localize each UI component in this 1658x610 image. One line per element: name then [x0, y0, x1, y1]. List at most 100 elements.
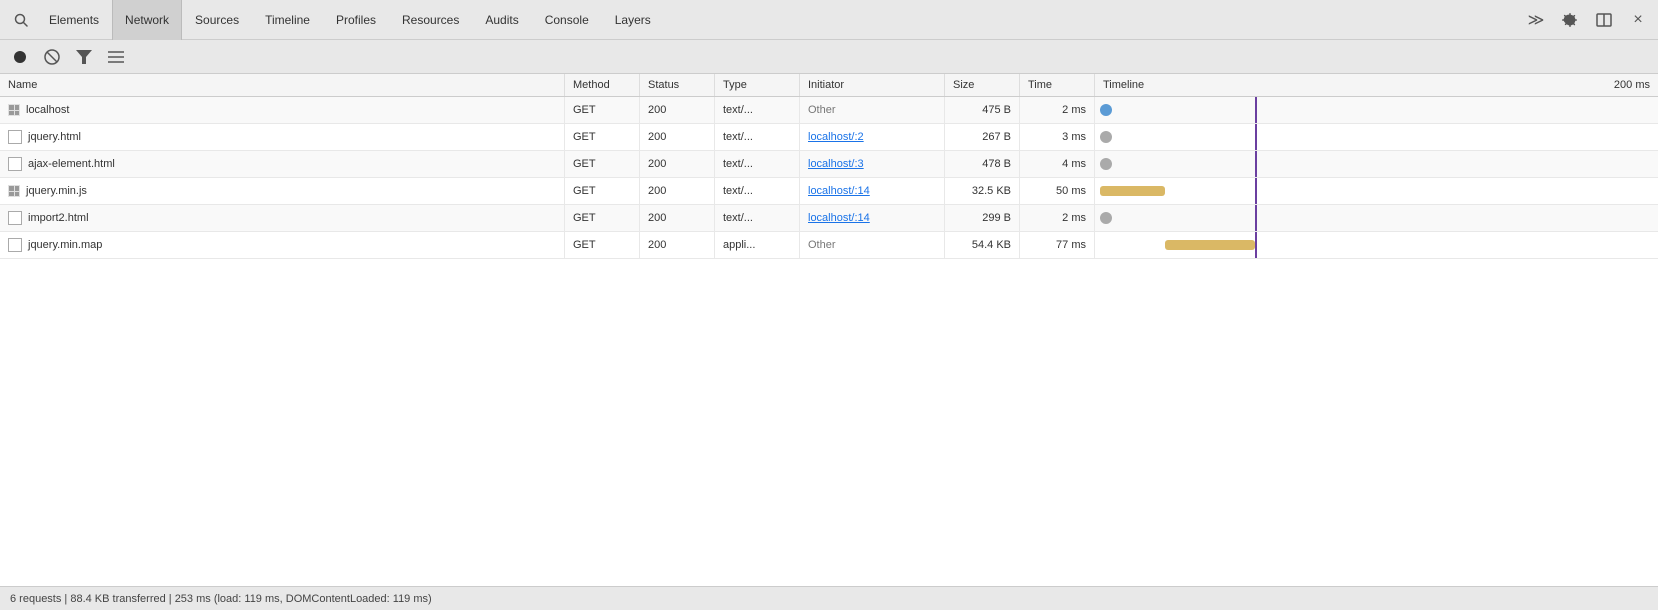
cell-timeline — [1095, 124, 1658, 150]
timeline-ms-marker: 200 ms — [1614, 79, 1650, 91]
cell-status: 200 — [640, 97, 715, 123]
file-name: jquery.min.map — [28, 239, 102, 251]
main-content: Name Method Status Type Initiator Size T… — [0, 74, 1658, 586]
col-status[interactable]: Status — [640, 74, 715, 96]
cell-initiator: Other — [800, 97, 945, 123]
nav-tab-elements[interactable]: Elements — [36, 0, 112, 40]
col-timeline[interactable]: Timeline 200 ms — [1095, 74, 1658, 96]
toolbar — [0, 40, 1658, 74]
col-time[interactable]: Time — [1020, 74, 1095, 96]
cell-size: 267 B — [945, 124, 1020, 150]
cell-initiator[interactable]: localhost/:14 — [800, 205, 945, 231]
cell-size: 478 B — [945, 151, 1020, 177]
table-row[interactable]: jquery.htmlGET200text/...localhost/:2267… — [0, 124, 1658, 151]
cell-status: 200 — [640, 232, 715, 258]
cell-method: GET — [565, 232, 640, 258]
col-method[interactable]: Method — [565, 74, 640, 96]
cell-status: 200 — [640, 205, 715, 231]
cell-method: GET — [565, 97, 640, 123]
cell-name: localhost — [0, 97, 565, 123]
nav-tab-network[interactable]: Network — [112, 0, 182, 40]
cell-size: 32.5 KB — [945, 178, 1020, 204]
table-row[interactable]: ajax-element.html GET200text/...localhost… — [0, 151, 1658, 178]
file-name: jquery.html — [28, 131, 81, 143]
nav-tab-sources[interactable]: Sources — [182, 0, 252, 40]
cell-timeline — [1095, 205, 1658, 231]
timeline-marker-line — [1255, 97, 1257, 123]
cell-time: 50 ms — [1020, 178, 1095, 204]
cell-timeline — [1095, 97, 1658, 123]
settings-icon[interactable] — [1556, 6, 1584, 34]
cell-type: text/... — [715, 151, 800, 177]
cell-name: import2.html — [0, 205, 565, 231]
file-name: import2.html — [28, 212, 89, 224]
file-icon-grid — [8, 104, 20, 116]
timeline-marker-line — [1255, 124, 1257, 150]
cell-timeline — [1095, 178, 1658, 204]
file-name: localhost — [26, 104, 69, 116]
cell-time: 77 ms — [1020, 232, 1095, 258]
cell-name: ajax-element.html — [0, 151, 565, 177]
timeline-marker-line — [1255, 232, 1257, 258]
dock-icon[interactable] — [1590, 6, 1618, 34]
timeline-circle — [1100, 158, 1112, 170]
file-icon-plain — [8, 130, 22, 144]
nav-tab-timeline[interactable]: Timeline — [252, 0, 323, 40]
col-size[interactable]: Size — [945, 74, 1020, 96]
table-row[interactable]: import2.htmlGET200text/...localhost/:142… — [0, 205, 1658, 232]
cell-time: 2 ms — [1020, 205, 1095, 231]
cell-initiator: Other — [800, 232, 945, 258]
timeline-header-label: Timeline — [1103, 79, 1144, 91]
table-row[interactable]: jquery.min.mapGET200appli...Other54.4 KB… — [0, 232, 1658, 259]
cell-timeline — [1095, 232, 1658, 258]
network-table: Name Method Status Type Initiator Size T… — [0, 74, 1658, 586]
col-initiator[interactable]: Initiator — [800, 74, 945, 96]
cell-time: 2 ms — [1020, 97, 1095, 123]
cell-method: GET — [565, 151, 640, 177]
timeline-marker-line — [1255, 178, 1257, 204]
nav-tab-resources[interactable]: Resources — [389, 0, 472, 40]
nav-tab-layers[interactable]: Layers — [602, 0, 664, 40]
table-row[interactable]: localhost GET200text/...Other475 B2 ms — [0, 97, 1658, 124]
file-icon-plain — [8, 238, 22, 252]
close-icon[interactable]: × — [1624, 6, 1652, 34]
cell-status: 200 — [640, 151, 715, 177]
cell-type: appli... — [715, 232, 800, 258]
cell-type: text/... — [715, 124, 800, 150]
cell-size: 299 B — [945, 205, 1020, 231]
file-icon-grid — [8, 185, 20, 197]
timeline-bar — [1100, 186, 1165, 196]
clear-button[interactable] — [40, 45, 64, 69]
timeline-circle — [1100, 131, 1112, 143]
cell-method: GET — [565, 178, 640, 204]
nav-tabs: ElementsNetworkSourcesTimelineProfilesRe… — [36, 0, 664, 39]
nav-tab-profiles[interactable]: Profiles — [323, 0, 389, 40]
timeline-marker-line — [1255, 151, 1257, 177]
col-name[interactable]: Name — [0, 74, 565, 96]
cell-time: 3 ms — [1020, 124, 1095, 150]
nav-actions: ≫ × — [1522, 6, 1652, 34]
timeline-circle — [1100, 212, 1112, 224]
cell-initiator[interactable]: localhost/:3 — [800, 151, 945, 177]
cell-size: 475 B — [945, 97, 1020, 123]
col-type[interactable]: Type — [715, 74, 800, 96]
cell-name: jquery.min.map — [0, 232, 565, 258]
filter-button[interactable] — [72, 45, 96, 69]
record-button[interactable] — [8, 45, 32, 69]
cell-initiator[interactable]: localhost/:2 — [800, 124, 945, 150]
cell-type: text/... — [715, 97, 800, 123]
table-header: Name Method Status Type Initiator Size T… — [0, 74, 1658, 97]
execute-icon[interactable]: ≫ — [1522, 6, 1550, 34]
cell-initiator[interactable]: localhost/:14 — [800, 178, 945, 204]
nav-tab-console[interactable]: Console — [532, 0, 602, 40]
cell-time: 4 ms — [1020, 151, 1095, 177]
cell-type: text/... — [715, 178, 800, 204]
list-button[interactable] — [104, 45, 128, 69]
search-icon[interactable] — [6, 5, 36, 35]
top-nav: ElementsNetworkSourcesTimelineProfilesRe… — [0, 0, 1658, 40]
cell-name: jquery.min.js — [0, 178, 565, 204]
table-row[interactable]: jquery.min.jsGET200text/...localhost/:14… — [0, 178, 1658, 205]
file-name: ajax-element.html — [28, 158, 115, 170]
nav-tab-audits[interactable]: Audits — [472, 0, 531, 40]
status-text: 6 requests | 88.4 KB transferred | 253 m… — [10, 593, 432, 605]
